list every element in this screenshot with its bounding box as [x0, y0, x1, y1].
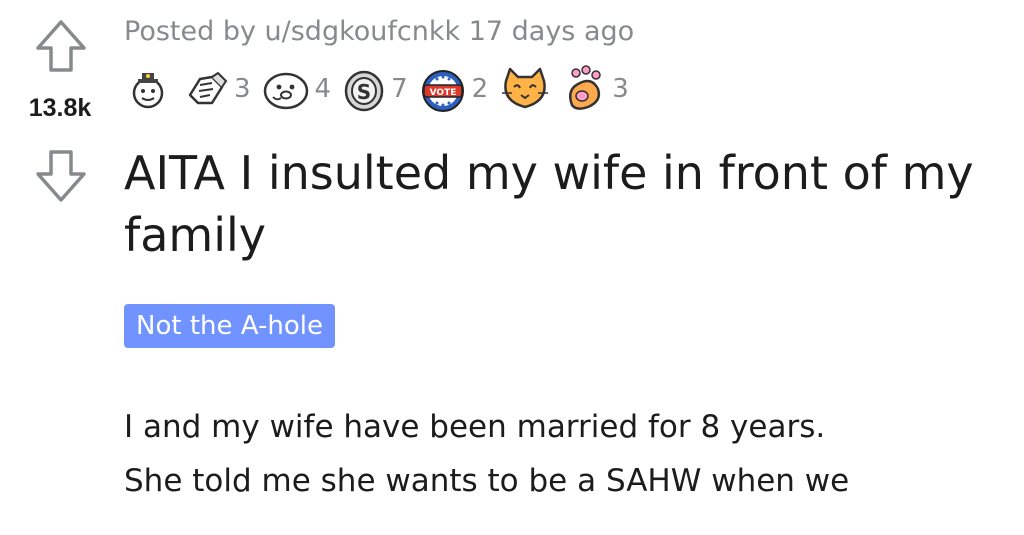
- wholesome-seal-award-icon: [263, 72, 308, 110]
- svg-text:S: S: [357, 80, 371, 104]
- vote-column: 13.8k: [0, 0, 120, 535]
- award-count: 3: [234, 74, 251, 104]
- upvote-arrow-icon[interactable]: [34, 18, 88, 74]
- award-hands[interactable]: 3: [182, 65, 251, 113]
- author-link[interactable]: u/sdgkoufcnkk: [265, 16, 461, 47]
- vote-score: 13.8k: [28, 94, 92, 122]
- awards-row: 3 4 S 7 VOTE 2 3: [124, 62, 639, 116]
- award-cat[interactable]: [498, 65, 552, 113]
- post-age: 17 days ago: [460, 16, 635, 47]
- award-count: 7: [391, 74, 408, 104]
- post-meta: Posted by u/sdgkoufcnkk 17 days ago: [124, 16, 634, 47]
- award-count: 2: [471, 74, 489, 104]
- post-title[interactable]: AITA I insulted my wife in front of my f…: [124, 142, 1014, 266]
- posted-by-label: Posted by: [124, 16, 265, 47]
- silver-coin-award-icon: S: [344, 70, 384, 112]
- post-body: I and my wife have been married for 8 ye…: [124, 400, 1014, 508]
- body-line: She told me she wants to be a SAHW when …: [124, 463, 850, 499]
- hands-shake-award-icon: [188, 71, 228, 105]
- award-helpful[interactable]: [124, 65, 172, 113]
- award-paw[interactable]: 3: [562, 65, 629, 113]
- award-vote[interactable]: VOTE 2: [418, 65, 489, 113]
- downvote-arrow-icon[interactable]: [34, 148, 88, 204]
- vote-badge-award-icon: VOTE: [421, 70, 464, 112]
- award-count: 3: [612, 74, 629, 104]
- post-flair[interactable]: Not the A-hole: [124, 304, 335, 348]
- body-line: I and my wife have been married for 8 ye…: [124, 409, 826, 445]
- cat-award-icon: [502, 67, 549, 109]
- paw-award-icon: [569, 65, 601, 110]
- award-silver[interactable]: S 7: [341, 65, 408, 113]
- award-count: 4: [314, 74, 332, 104]
- svg-text:VOTE: VOTE: [429, 88, 456, 98]
- award-wholesome-seal[interactable]: 4: [261, 65, 332, 113]
- helpful-award-icon: [132, 73, 164, 109]
